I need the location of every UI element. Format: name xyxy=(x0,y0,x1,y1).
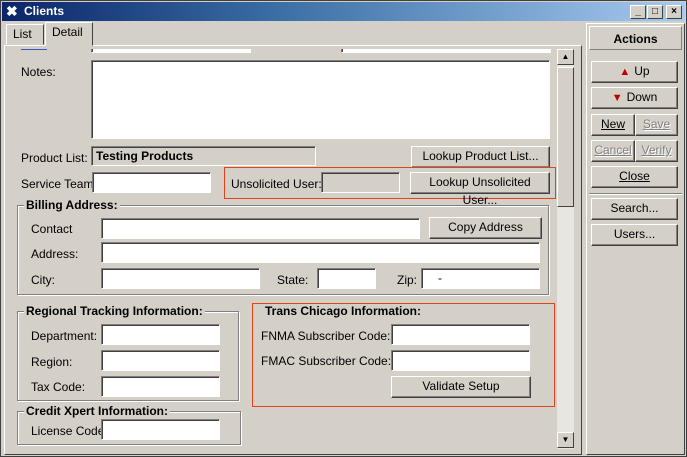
down-label: Down xyxy=(626,90,658,104)
tax-code-label: Tax Code: xyxy=(31,380,86,394)
address-input[interactable] xyxy=(101,242,540,263)
window-title: Clients xyxy=(24,4,65,18)
cancel-button[interactable]: Cancel xyxy=(591,140,635,162)
region-input[interactable] xyxy=(101,350,220,371)
product-list-label: Product List: xyxy=(21,151,88,165)
scroll-down-arrow-icon[interactable]: ▼ xyxy=(557,432,574,448)
trans-chicago-legend: Trans Chicago Information: xyxy=(263,304,424,318)
up-label: Up xyxy=(634,64,650,78)
unsolicited-user-field xyxy=(321,172,400,193)
partial-field-2[interactable] xyxy=(341,49,551,53)
state-input[interactable] xyxy=(317,268,376,289)
license-code-input[interactable] xyxy=(101,419,220,440)
fmac-label: FMAC Subscriber Code: xyxy=(261,354,392,368)
verify-button[interactable]: Verify xyxy=(635,140,678,162)
city-input[interactable] xyxy=(101,268,260,289)
department-label: Department: xyxy=(31,329,98,343)
partial-indicator xyxy=(21,49,47,50)
service-team-label: Service Team: xyxy=(21,177,97,191)
tax-code-input[interactable] xyxy=(101,376,220,397)
credit-xpert-legend: Credit Xpert Information: xyxy=(24,404,171,418)
address-label: Address: xyxy=(31,247,79,261)
tab-list[interactable]: List xyxy=(6,24,44,45)
maximize-button[interactable]: □ xyxy=(647,5,663,19)
lookup-unsolicited-user-button[interactable]: Lookup Unsolicited User... xyxy=(410,172,550,207)
notes-label: Notes: xyxy=(21,65,56,79)
scroll-up-arrow-icon[interactable]: ▲ xyxy=(557,49,574,65)
department-input[interactable] xyxy=(101,324,220,345)
scroll-thumb[interactable] xyxy=(557,67,574,207)
city-label: City: xyxy=(31,273,55,287)
users-button[interactable]: Users... xyxy=(591,224,678,246)
zip-label: Zip: xyxy=(397,273,418,287)
regional-tracking-legend: Regional Tracking Information: xyxy=(24,304,205,318)
unsolicited-user-label: Unsolicited User: xyxy=(231,177,322,191)
actions-divider xyxy=(589,193,682,195)
up-button[interactable]: ▲ Up xyxy=(591,61,678,83)
fnma-label: FNMA Subscriber Code: xyxy=(261,329,391,343)
save-button[interactable]: Save xyxy=(635,114,678,136)
down-arrow-icon: ▼ xyxy=(611,92,623,104)
close-window-button[interactable]: × xyxy=(666,5,682,19)
partial-field-1[interactable] xyxy=(91,49,251,53)
validate-setup-button[interactable]: Validate Setup xyxy=(391,376,531,398)
actions-header: Actions xyxy=(589,26,682,50)
lookup-product-list-button[interactable]: Lookup Product List... xyxy=(411,146,550,168)
minimize-button[interactable]: _ xyxy=(630,5,646,19)
vertical-scrollbar[interactable]: ▲ ▼ xyxy=(557,49,574,449)
close-button[interactable]: Close xyxy=(591,166,678,188)
product-list-field: Testing Products xyxy=(91,146,316,166)
search-button[interactable]: Search... xyxy=(591,198,678,220)
title-bar[interactable]: ✖ Clients _ □ × xyxy=(2,2,685,21)
service-team-input[interactable] xyxy=(92,172,211,193)
detail-form: Notes: Product List: Testing Products Lo… xyxy=(11,49,573,449)
up-arrow-icon: ▲ xyxy=(619,66,631,78)
copy-address-button[interactable]: Copy Address xyxy=(429,217,542,239)
contact-label: Contact xyxy=(31,222,73,236)
region-label: Region: xyxy=(31,355,73,369)
zip-input[interactable]: - xyxy=(421,268,540,289)
app-icon: ✖ xyxy=(6,3,18,19)
actions-panel: Actions ▲ Up ▼ Down New Save Cancel Verify… xyxy=(586,23,685,455)
fnma-input[interactable] xyxy=(391,324,530,345)
state-label: State: xyxy=(277,273,309,287)
notes-textarea[interactable] xyxy=(91,60,550,139)
tab-detail[interactable]: Detail xyxy=(45,22,93,46)
fmac-input[interactable] xyxy=(391,350,530,371)
clients-window: ✖ Clients _ □ × List Detail Notes: Produ… xyxy=(0,0,687,457)
license-code-label: License Code: xyxy=(31,424,108,438)
billing-address-legend: Billing Address: xyxy=(24,198,120,212)
contact-input[interactable] xyxy=(101,218,420,239)
new-button[interactable]: New xyxy=(591,114,635,136)
down-button[interactable]: ▼ Down xyxy=(591,87,678,109)
